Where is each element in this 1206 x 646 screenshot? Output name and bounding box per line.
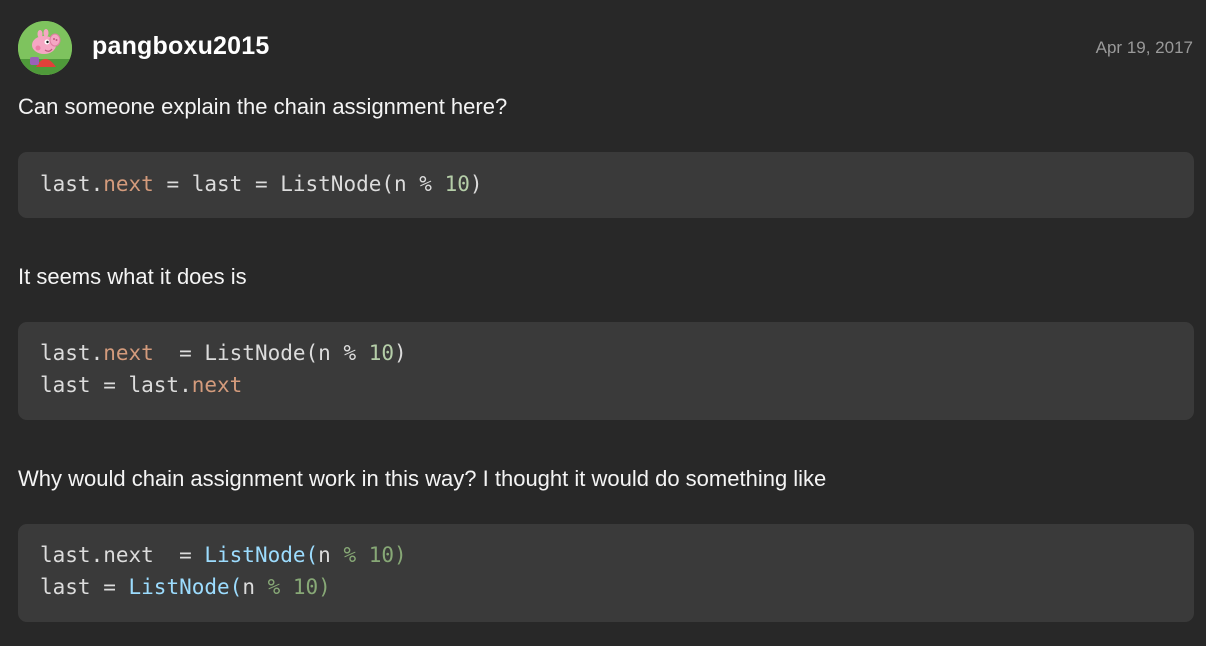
code-token: last = last. <box>40 373 192 397</box>
code-token: 10 <box>368 341 395 365</box>
user-avatar[interactable] <box>18 21 72 75</box>
code-token: = last = ListNode(n % <box>153 172 445 196</box>
code-token: next <box>191 373 243 397</box>
code-token: 10 <box>444 172 470 196</box>
post-author[interactable]: pangboxu2015 <box>92 32 269 61</box>
code-line: last = last.next <box>40 369 1172 401</box>
code-token: n <box>242 575 268 599</box>
peppa-pig-avatar-icon <box>18 21 72 75</box>
code-line: last.next = ListNode(n % 10) <box>40 337 1172 369</box>
code-token: last.next = <box>40 543 205 567</box>
code-token: ListNode( <box>128 575 243 599</box>
code-token: last. <box>40 341 104 365</box>
code-token: ) <box>469 172 483 196</box>
post-paragraph-1: Can someone explain the chain assignment… <box>18 94 508 119</box>
code-block-2: last.next = ListNode(n % 10) last = last… <box>18 322 1194 420</box>
code-token: % 10) <box>343 543 407 567</box>
code-line: last.next = last = ListNode(n % 10) <box>40 168 1172 200</box>
code-token: last. <box>40 172 104 196</box>
code-token: next <box>103 172 154 196</box>
post-paragraph-2: It seems what it does is <box>18 264 247 289</box>
code-token: next <box>103 341 154 365</box>
code-line: last.next = ListNode(n % 10) <box>40 539 1172 571</box>
post-date: Apr 19, 2017 <box>1095 38 1193 57</box>
code-token: last = <box>40 575 129 599</box>
code-token: ) <box>394 341 407 365</box>
code-block-3: last.next = ListNode(n % 10) last = List… <box>18 524 1194 622</box>
code-line: last = ListNode(n % 10) <box>40 571 1172 603</box>
post-paragraph-3: Why would chain assignment work in this … <box>18 466 827 491</box>
code-token: n <box>318 543 344 567</box>
code-block-1: last.next = last = ListNode(n % 10) <box>18 152 1194 218</box>
code-token: % 10) <box>267 575 331 599</box>
forum-post: pangboxu2015 Apr 19, 2017 Can someone ex… <box>0 0 1206 646</box>
code-token: = ListNode(n % <box>153 341 369 365</box>
code-token: ListNode( <box>204 543 319 567</box>
